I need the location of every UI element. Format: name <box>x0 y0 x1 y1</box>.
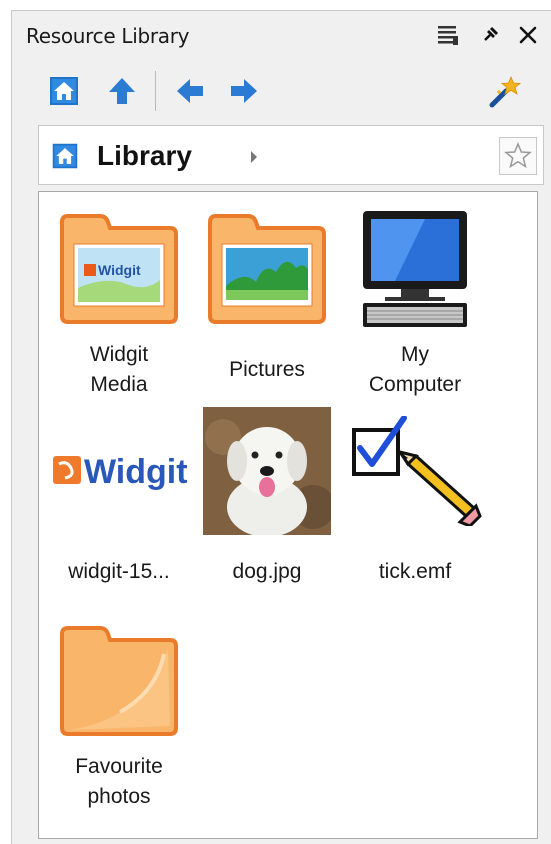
star-icon <box>504 142 532 169</box>
widgit-folder-icon: Widgit <box>60 214 178 324</box>
navigation-toolbar <box>12 67 551 117</box>
pin-icon[interactable] <box>478 23 502 47</box>
favourite-star-button[interactable] <box>499 137 537 175</box>
tick-pencil-icon <box>352 416 482 526</box>
up-arrow-icon[interactable] <box>104 73 140 109</box>
list-icon[interactable] <box>436 23 460 47</box>
item-label: widgit-15... <box>68 560 170 583</box>
item-label: Pictures <box>229 358 305 381</box>
computer-icon <box>363 211 467 327</box>
widgit-logo-text: Widgit <box>84 453 187 491</box>
widgit-logo-image: Widgit <box>53 453 187 491</box>
grid-item-tick-emf[interactable]: tick.emf <box>345 406 485 587</box>
resource-grid: Widgit Widgit Media Pictures My Computer… <box>38 191 538 839</box>
forward-arrow-icon[interactable] <box>226 73 262 109</box>
dog-photo <box>203 407 331 535</box>
grid-item-dog-jpg[interactable]: dog.jpg <box>197 406 337 587</box>
grid-item-pictures[interactable]: Pictures <box>197 204 337 385</box>
magic-wand-icon[interactable] <box>488 73 524 109</box>
breadcrumb-library[interactable]: Library <box>97 140 192 172</box>
home-icon[interactable] <box>46 73 82 109</box>
back-arrow-icon[interactable] <box>172 73 208 109</box>
resource-library-panel: Resource Library Library Widgit Widgit M… <box>11 10 551 844</box>
item-label: Widgit Media <box>89 343 149 396</box>
breadcrumb: Library <box>38 125 544 185</box>
close-icon[interactable] <box>516 23 540 47</box>
grid-item-favourite-photos[interactable]: Favourite photos <box>49 616 189 812</box>
grid-item-widgit-file[interactable]: Widgit widgit-15... <box>49 406 189 587</box>
home-icon[interactable] <box>51 142 79 170</box>
pictures-folder-icon <box>208 214 326 324</box>
grid-item-my-computer[interactable]: My Computer <box>345 204 485 400</box>
folder-icon <box>60 626 178 736</box>
item-label: dog.jpg <box>232 560 302 583</box>
panel-title: Resource Library <box>26 24 190 48</box>
toolbar-separator <box>155 71 156 111</box>
chevron-right-icon[interactable] <box>249 150 259 169</box>
item-label: My Computer <box>368 343 462 396</box>
item-label: tick.emf <box>378 560 452 583</box>
item-label: Favourite photos <box>75 755 163 808</box>
widgit-folder-logo-text: Widgit <box>98 262 141 278</box>
title-bar: Resource Library <box>12 11 551 57</box>
grid-item-widgit-media[interactable]: Widgit Widgit Media <box>49 204 189 400</box>
